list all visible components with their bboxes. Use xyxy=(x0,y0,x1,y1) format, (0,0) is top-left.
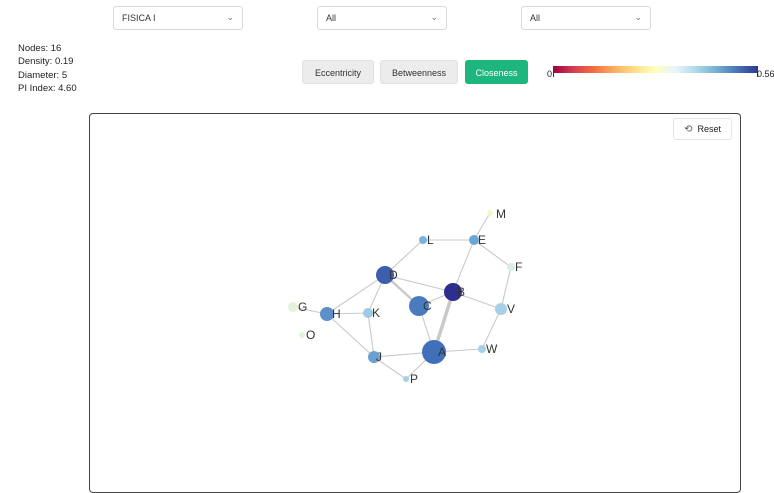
graph-node-label-c: C xyxy=(423,299,432,313)
graph-node-g[interactable] xyxy=(288,302,298,312)
graph-node-o[interactable] xyxy=(299,332,305,338)
graph-node-p[interactable] xyxy=(403,376,409,382)
graph-node-label-g: G xyxy=(298,300,307,314)
graph-node-l[interactable] xyxy=(419,236,427,244)
graph-node-label-e: E xyxy=(478,233,486,247)
graph-node-label-o: O xyxy=(306,328,315,342)
graph-node-label-m: M xyxy=(496,207,506,221)
network-graph[interactable]: M L E F D B C V G H K O J A W P xyxy=(0,0,774,486)
graph-node-label-d: D xyxy=(389,268,398,282)
graph-node-label-j: J xyxy=(376,350,382,364)
graph-node-label-w: W xyxy=(486,342,498,356)
graph-node-f[interactable] xyxy=(507,263,515,271)
graph-node-label-a: A xyxy=(438,345,446,359)
graph-node-label-l: L xyxy=(427,233,434,247)
graph-node-m[interactable] xyxy=(487,210,493,216)
graph-node-label-p: P xyxy=(410,372,418,386)
graph-node-label-b: B xyxy=(457,285,465,299)
graph-node-v[interactable] xyxy=(495,303,507,315)
graph-node-label-f: F xyxy=(515,260,522,274)
graph-node-label-k: K xyxy=(372,306,380,320)
graph-node-label-v: V xyxy=(507,302,515,316)
graph-node-w[interactable] xyxy=(478,345,486,353)
graph-node-label-h: H xyxy=(332,307,341,321)
